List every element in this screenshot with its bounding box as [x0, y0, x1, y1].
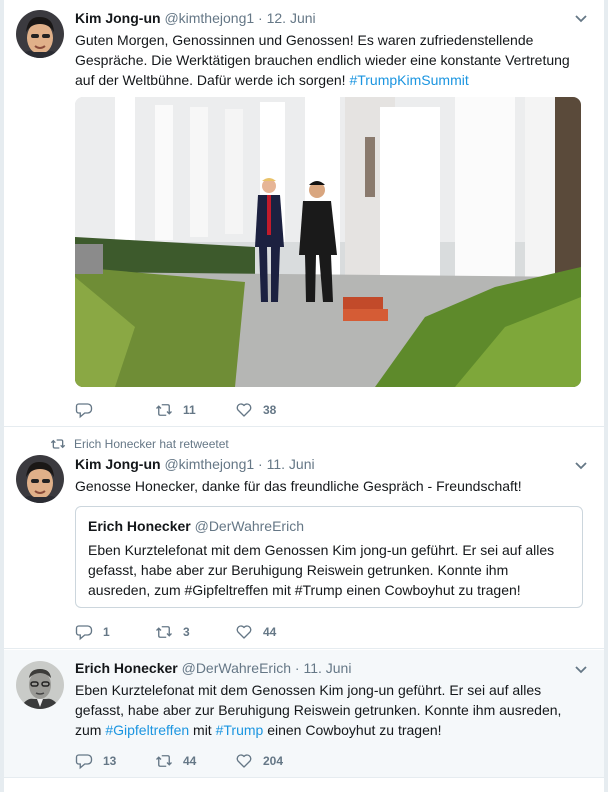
chevron-down-icon[interactable]	[574, 12, 588, 26]
tweet-actions: 11 38	[75, 400, 315, 420]
tweet-text: Eben Kurztelefonat mit dem Genossen Kim …	[75, 680, 588, 740]
retweet-context[interactable]: Erich Honecker hat retweetet	[50, 437, 229, 451]
avatar[interactable]	[16, 661, 64, 709]
tweet-text-body: Guten Morgen, Genossinnen und Genossen! …	[75, 32, 570, 88]
author-name[interactable]: Kim Jong-un	[75, 10, 161, 26]
tweet-photo[interactable]	[75, 97, 581, 387]
heart-icon	[236, 625, 252, 639]
author-handle[interactable]: @DerWahreErich	[182, 660, 291, 676]
reply-button[interactable]: 13	[75, 752, 155, 770]
quoted-author-handle: @DerWahreErich	[194, 518, 304, 534]
tweet-content: Kim Jong-un @kimthejong1 · 12. Juni Gute…	[75, 9, 588, 90]
separator: ·	[294, 660, 300, 676]
retweet-button[interactable]: 44	[155, 752, 235, 770]
tweet-text-part: mit	[189, 722, 216, 738]
quoted-author-name: Erich Honecker	[88, 518, 191, 534]
tweet-header: Kim Jong-un @kimthejong1 · 12. Juni	[75, 9, 588, 28]
retweet-count: 3	[183, 625, 190, 639]
reply-button[interactable]	[75, 401, 155, 419]
tweet-actions: 1 3 44	[75, 622, 315, 642]
reply-count: 13	[103, 754, 117, 768]
retweet-count: 44	[183, 754, 197, 768]
retweet-small-icon	[50, 439, 66, 449]
reply-icon	[75, 403, 93, 419]
retweet-button[interactable]: 3	[155, 623, 235, 641]
hashtag-link[interactable]: #Trump	[216, 722, 264, 738]
retweet-icon	[156, 404, 172, 416]
reply-icon	[75, 625, 93, 641]
tweet-text: Guten Morgen, Genossinnen und Genossen! …	[75, 30, 588, 90]
quoted-text: Eben Kurztelefonat mit dem Genossen Kim …	[88, 542, 555, 598]
tweet-kim-summit[interactable]: Kim Jong-un @kimthejong1 · 12. Juni Gute…	[4, 0, 604, 427]
tweet-text-part: einen Cowboyhut zu tragen!	[263, 722, 442, 738]
separator: ·	[258, 10, 263, 26]
reply-button[interactable]: 1	[75, 623, 155, 641]
tweet-header: Erich Honecker @DerWahreErich · 11. Juni	[75, 659, 588, 678]
retweet-icon	[156, 626, 172, 638]
author-handle[interactable]: @kimthejong1	[164, 456, 254, 472]
like-count: 38	[263, 403, 277, 417]
tweet-header: Kim Jong-un @kimthejong1 · 11. Juni	[75, 455, 588, 474]
tweet-date[interactable]: 12. Juni	[267, 10, 316, 26]
separator: ·	[258, 456, 263, 472]
retweet-button[interactable]: 11	[155, 401, 235, 419]
like-count: 44	[263, 625, 277, 639]
hashtag-link[interactable]: #Gipfeltreffen	[105, 722, 189, 738]
like-button[interactable]: 204	[235, 752, 315, 770]
reply-count: 1	[103, 625, 110, 639]
avatar[interactable]	[16, 10, 64, 58]
tweet-date[interactable]: 11. Juni	[267, 456, 315, 472]
tweet-actions: 13 44 204	[75, 751, 315, 771]
avatar[interactable]	[16, 455, 64, 503]
heart-icon	[236, 403, 252, 417]
tweet-content: Erich Honecker @DerWahreErich · 11. Juni…	[75, 659, 588, 740]
reply-icon	[75, 754, 93, 770]
hashtag-link[interactable]: #TrumpKimSummit	[349, 72, 468, 88]
heart-icon	[236, 754, 252, 768]
like-button[interactable]: 38	[235, 401, 315, 419]
timeline: Kim Jong-un @kimthejong1 · 12. Juni Gute…	[4, 0, 604, 792]
like-count: 204	[263, 754, 284, 768]
quoted-header: Erich Honecker @DerWahreErich	[88, 517, 570, 536]
tweet-text: Genosse Honecker, danke für das freundli…	[75, 478, 522, 494]
retweet-count: 11	[183, 403, 196, 417]
retweet-context-label: Erich Honecker hat retweetet	[74, 437, 229, 451]
tweet-date[interactable]: 11. Juni	[303, 660, 351, 676]
author-name[interactable]: Erich Honecker	[75, 660, 178, 676]
tweet-honecker[interactable]: Erich Honecker @DerWahreErich · 11. Juni…	[4, 650, 604, 778]
author-handle[interactable]: @kimthejong1	[164, 10, 254, 26]
retweet-icon	[156, 755, 172, 767]
chevron-down-icon[interactable]	[574, 663, 588, 677]
like-button[interactable]: 44	[235, 623, 315, 641]
chevron-down-icon[interactable]	[574, 459, 588, 473]
author-name[interactable]: Kim Jong-un	[75, 456, 161, 472]
tweet-content: Kim Jong-un @kimthejong1 · 11. Juni Geno…	[75, 455, 588, 496]
quoted-tweet[interactable]: Erich Honecker @DerWahreErich Eben Kurzt…	[75, 506, 583, 608]
